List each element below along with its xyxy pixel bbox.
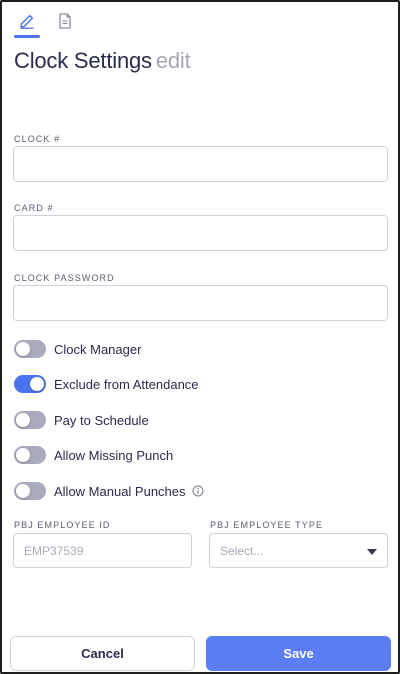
allow-manual-punches-toggle[interactable] <box>14 482 46 500</box>
caret-down-icon <box>367 542 377 560</box>
pay-to-schedule-label: Pay to Schedule <box>54 412 149 428</box>
toggle-row-exclude-attendance: Exclude from Attendance <box>14 374 199 394</box>
toggle-knob <box>16 484 30 498</box>
allow-manual-punches-label: Allow Manual Punches <box>54 483 186 499</box>
pbj-employee-type-select[interactable]: Select... <box>209 533 388 568</box>
pbj-employee-id-input[interactable] <box>13 533 192 568</box>
pencil-icon <box>18 12 36 35</box>
exclude-attendance-toggle[interactable] <box>14 375 46 393</box>
clock-number-input[interactable] <box>13 146 388 182</box>
toggle-knob <box>16 448 30 462</box>
toggle-row-allow-missing-punch: Allow Missing Punch <box>14 445 173 465</box>
card-number-input[interactable] <box>13 215 388 251</box>
exclude-attendance-label: Exclude from Attendance <box>54 376 199 392</box>
save-button[interactable]: Save <box>206 636 391 671</box>
active-tab-indicator <box>14 35 40 38</box>
page-title: Clock Settings edit <box>14 48 191 74</box>
allow-missing-punch-toggle[interactable] <box>14 446 46 464</box>
toggle-knob <box>16 342 30 356</box>
clock-number-label: CLOCK # <box>14 134 61 144</box>
toggle-knob <box>30 377 44 391</box>
document-icon <box>57 12 73 35</box>
tab-document[interactable] <box>52 10 78 38</box>
tab-edit[interactable] <box>14 10 40 38</box>
allow-missing-punch-label: Allow Missing Punch <box>54 447 174 463</box>
pay-to-schedule-toggle[interactable] <box>14 411 46 429</box>
toggle-row-clock-manager: Clock Manager <box>14 339 141 359</box>
clock-settings-panel: Clock Settings edit CLOCK # CARD # CLOCK … <box>0 0 400 674</box>
cancel-button[interactable]: Cancel <box>10 636 195 671</box>
pbj-employee-type-label: PBJ EMPLOYEE TYPE <box>210 520 324 530</box>
panel-tabs <box>14 10 78 42</box>
toggle-row-allow-manual-punches: Allow Manual Punches <box>14 481 204 501</box>
toggle-row-pay-to-schedule: Pay to Schedule <box>14 410 149 430</box>
pbj-employee-id-label: PBJ EMPLOYEE ID <box>14 520 111 530</box>
page-title-text: Clock Settings <box>14 48 152 73</box>
edit-label[interactable]: edit <box>156 48 191 73</box>
toggle-knob <box>16 413 30 427</box>
clock-manager-toggle[interactable] <box>14 340 46 358</box>
pbj-employee-type-placeholder: Select... <box>220 543 264 558</box>
clock-manager-label: Clock Manager <box>54 341 142 357</box>
info-icon[interactable] <box>192 485 204 497</box>
card-number-label: CARD # <box>14 203 54 213</box>
clock-password-input[interactable] <box>13 285 388 321</box>
clock-password-label: CLOCK PASSWORD <box>14 273 115 283</box>
